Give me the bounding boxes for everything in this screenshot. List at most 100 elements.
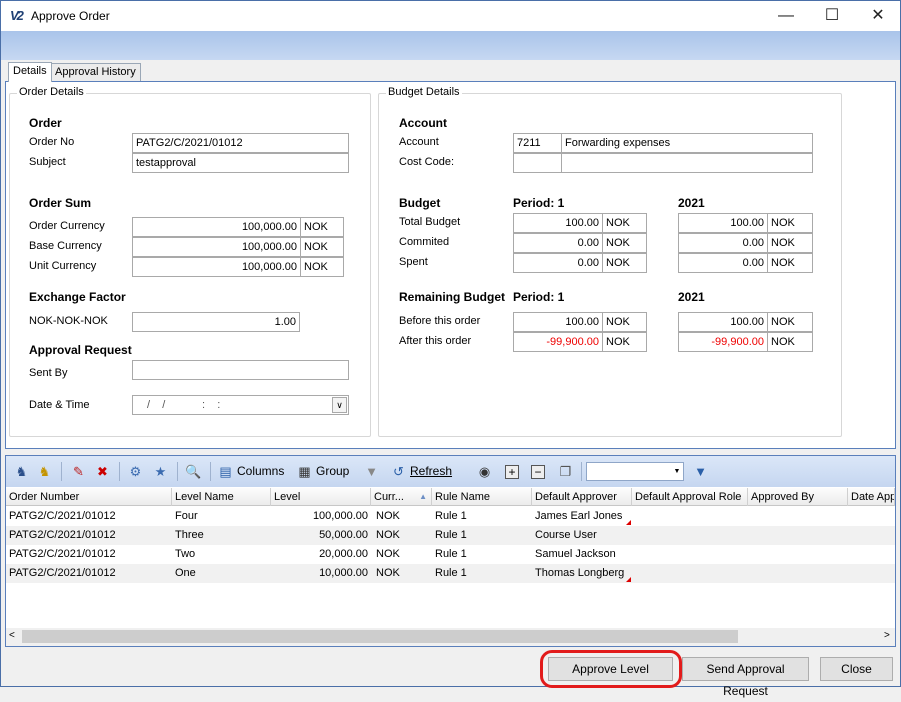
app-logo-icon: V2 (10, 8, 24, 23)
cell-level-name: One (175, 567, 196, 579)
maximize-icon[interactable]: ☐ (809, 1, 855, 31)
refresh-button[interactable]: ↺ Refresh (390, 462, 452, 481)
tab-approval-history[interactable]: Approval History (50, 63, 141, 81)
columns-button[interactable]: ▤ Columns (217, 462, 284, 481)
tab-details[interactable]: Details (8, 62, 52, 82)
column-header-default-approver[interactable]: Default Approver (532, 488, 632, 506)
column-header-order-number[interactable]: Order Number (6, 488, 172, 506)
send-approval-request-button[interactable]: Send Approval Request (682, 657, 809, 698)
date-time-picker[interactable]: / / : : (132, 395, 349, 415)
currency-cell[interactable]: NOK (767, 213, 813, 233)
edit-approver-icon[interactable]: ♞ (36, 462, 53, 481)
scrollbar-thumb[interactable] (22, 630, 738, 643)
table-row[interactable]: PATG2/C/2021/01012 Three 50,000.00 NOK R… (6, 526, 895, 545)
title-bar[interactable]: V2 Approve Order — ☐ ✕ (0, 0, 901, 31)
before-year-value[interactable]: 100.00 (678, 312, 768, 332)
year-commited[interactable]: 0.00 (678, 233, 768, 253)
subject-label: Subject (29, 156, 66, 168)
close-button[interactable]: Close (820, 657, 893, 681)
expand-icon[interactable]: + (505, 462, 519, 481)
order-currency-value[interactable]: 100,000.00 (132, 217, 301, 237)
currency-cell[interactable]: NOK (602, 312, 647, 332)
sent-by-field[interactable] (132, 360, 349, 380)
after-period-value[interactable]: -99,900.00 (513, 332, 603, 352)
cell-rule-name: Rule 1 (435, 529, 467, 541)
refresh-label: Refresh (410, 464, 453, 478)
account-code-field[interactable]: 7211 (513, 133, 562, 153)
before-period-value[interactable]: 100.00 (513, 312, 603, 332)
clear-filter-icon[interactable]: ▼ (692, 462, 709, 481)
remove-user-icon[interactable]: ⚙ (127, 462, 144, 481)
after-year-value[interactable]: -99,900.00 (678, 332, 768, 352)
table-row[interactable]: PATG2/C/2021/01012 Four 100,000.00 NOK R… (6, 507, 895, 526)
account-header: Account (399, 116, 447, 130)
cell-rule-name: Rule 1 (435, 548, 467, 560)
order-no-field[interactable]: PATG2/C/2021/01012 (132, 133, 349, 153)
scroll-right-icon[interactable]: > (884, 630, 890, 641)
column-header-currency[interactable]: Curr... ▲ (371, 488, 432, 506)
column-header-default-approval-role[interactable]: Default Approval Role (632, 488, 748, 506)
currency-cell[interactable]: NOK (767, 332, 813, 352)
unit-currency-code[interactable]: NOK (300, 257, 344, 277)
preview-icon[interactable]: 🔍 (185, 462, 202, 481)
currency-cell[interactable]: NOK (767, 253, 813, 273)
before-order-label: Before this order (399, 315, 481, 327)
cell-rule-name: Rule 1 (435, 510, 467, 522)
approver-name: Thomas Longberg (535, 567, 625, 579)
approver-name: James Earl Jones (535, 510, 623, 522)
minimize-icon[interactable]: — (763, 1, 809, 31)
cost-code-name-field[interactable] (561, 153, 813, 173)
horizontal-scrollbar[interactable]: < > (6, 628, 895, 646)
group-button[interactable]: ▦ Group (296, 462, 349, 481)
group-label: Group (316, 464, 350, 478)
close-icon[interactable]: ✕ (855, 1, 901, 31)
chevron-down-icon[interactable]: ▼ (672, 464, 682, 479)
scroll-left-icon[interactable]: < (9, 630, 15, 641)
users-icon[interactable]: ★ (152, 462, 169, 481)
chevron-down-icon[interactable]: ∨ (332, 397, 347, 413)
column-header-level-name[interactable]: Level Name (172, 488, 271, 506)
currency-cell[interactable]: NOK (602, 253, 647, 273)
toolbar-separator (177, 462, 178, 481)
copy-icon[interactable]: ❐ (557, 462, 574, 481)
year-header: 2021 (678, 196, 705, 210)
period-commited[interactable]: 0.00 (513, 233, 603, 253)
cell-order-number: PATG2/C/2021/01012 (9, 548, 116, 560)
year-total-budget[interactable]: 100.00 (678, 213, 768, 233)
currency-cell[interactable]: NOK (767, 312, 813, 332)
order-currency-code[interactable]: NOK (300, 217, 344, 237)
edit-row-icon[interactable]: ✎ (70, 462, 87, 481)
table-row[interactable]: PATG2/C/2021/01012 Two 20,000.00 NOK Rul… (6, 545, 895, 564)
table-row[interactable]: PATG2/C/2021/01012 One 10,000.00 NOK Rul… (6, 564, 895, 583)
exchange-field[interactable]: 1.00 (132, 312, 300, 332)
currency-cell[interactable]: NOK (602, 233, 647, 253)
collapse-icon[interactable]: − (531, 462, 545, 481)
column-header-level[interactable]: Level (271, 488, 371, 506)
currency-cell[interactable]: NOK (767, 233, 813, 253)
base-currency-value[interactable]: 100,000.00 (132, 237, 301, 257)
currency-cell[interactable]: NOK (602, 332, 647, 352)
add-approver-icon[interactable]: ♞ (13, 462, 30, 481)
subject-field[interactable]: testapproval (132, 153, 349, 173)
account-name-field[interactable]: Forwarding expenses (561, 133, 813, 153)
currency-cell[interactable]: NOK (602, 213, 647, 233)
column-header-date-approved[interactable]: Date App (848, 488, 895, 506)
base-currency-code[interactable]: NOK (300, 237, 344, 257)
filter-icon[interactable]: ▼ (363, 462, 380, 481)
column-header-approved-by[interactable]: Approved By (748, 488, 848, 506)
toolbar-combo[interactable]: ▼ (586, 462, 684, 481)
note-indicator-icon (626, 520, 631, 525)
unit-currency-value[interactable]: 100,000.00 (132, 257, 301, 277)
cell-currency: NOK (376, 529, 400, 541)
find-icon[interactable]: ◉ (476, 462, 493, 481)
delete-row-icon[interactable]: ✖ (94, 462, 111, 481)
toolbar-separator (210, 462, 211, 481)
window-title: Approve Order (31, 9, 110, 23)
period-spent[interactable]: 0.00 (513, 253, 603, 273)
year-spent[interactable]: 0.00 (678, 253, 768, 273)
period-total-budget[interactable]: 100.00 (513, 213, 603, 233)
remaining-year-header: 2021 (678, 290, 705, 304)
cell-level-name: Four (175, 510, 198, 522)
column-header-rule-name[interactable]: Rule Name (432, 488, 532, 506)
cost-code-field[interactable] (513, 153, 562, 173)
